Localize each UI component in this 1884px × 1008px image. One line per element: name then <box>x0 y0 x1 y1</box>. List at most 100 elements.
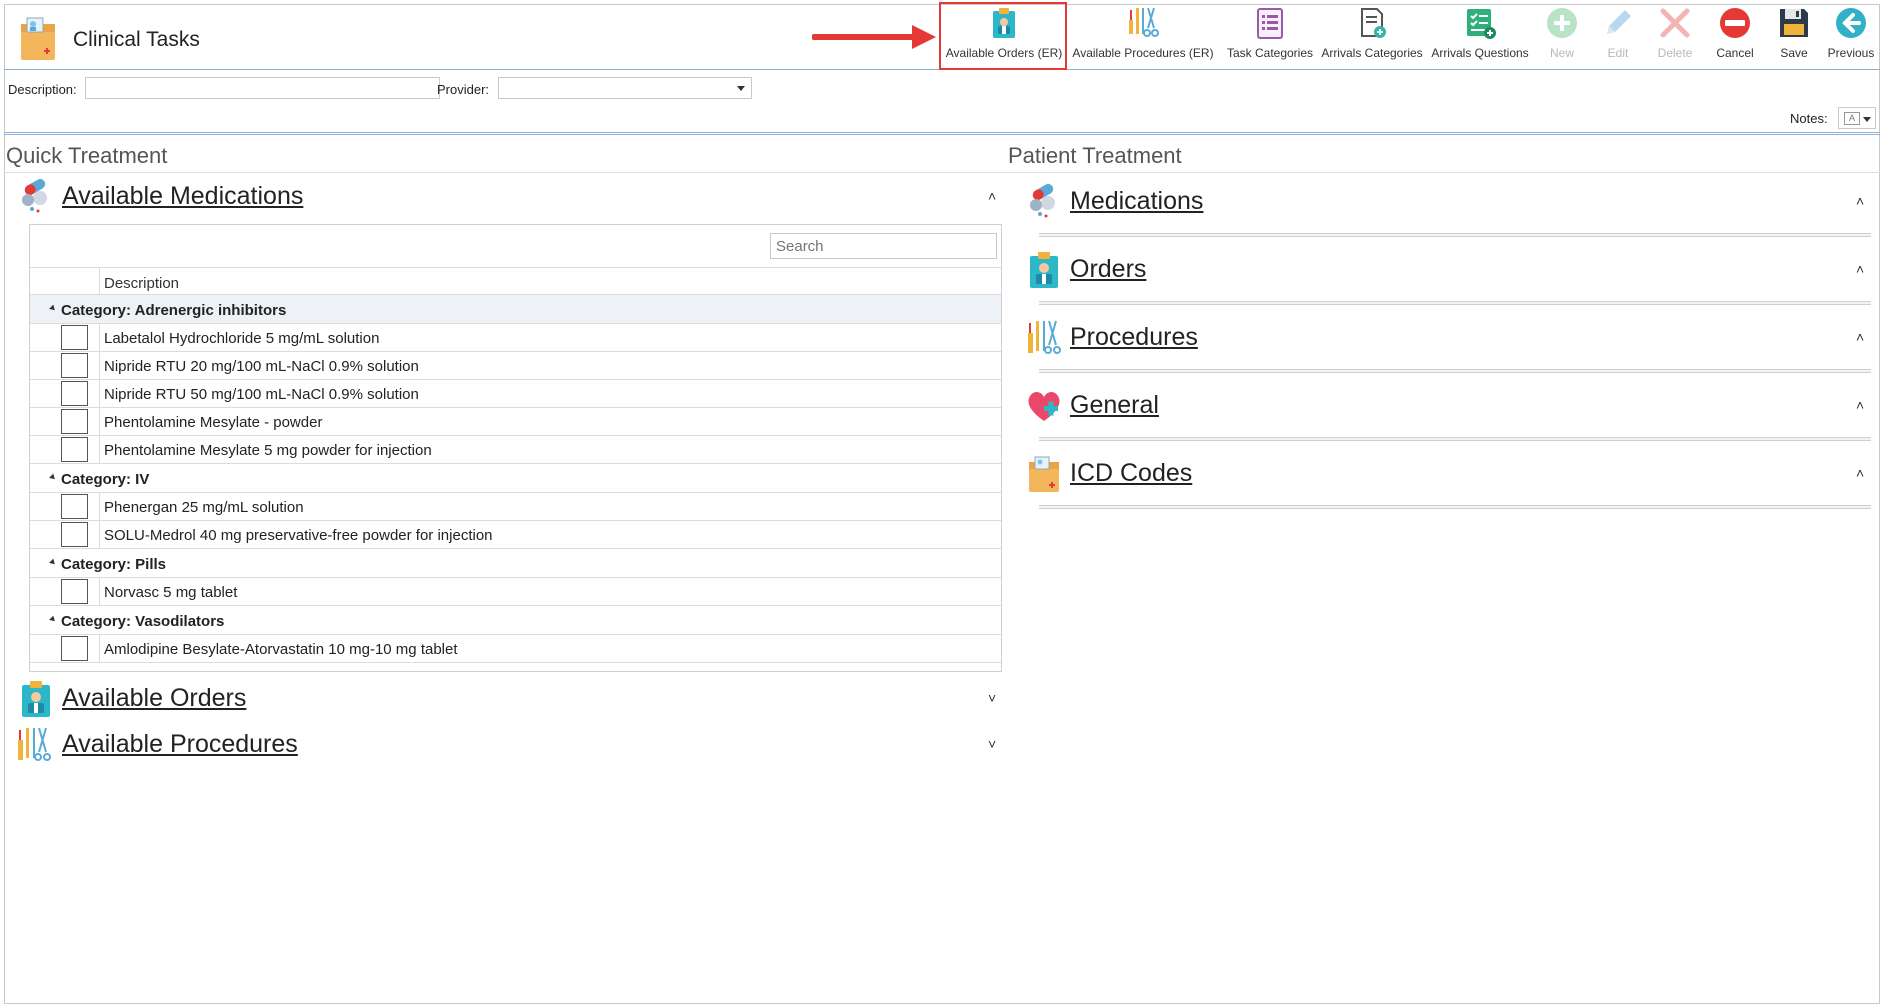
medications-header[interactable]: Medications ˄ <box>1026 183 1872 223</box>
chevron-up-icon[interactable]: ˄ <box>1856 465 1864 481</box>
table-row[interactable]: Nipride RTU 50 mg/100 mL-NaCl 0.9% solut… <box>30 380 1001 408</box>
patient-treatment-title: Patient Treatment <box>1008 143 1182 168</box>
table-row[interactable]: Phenergan 25 mg/mL solution <box>30 493 1001 521</box>
provider-select[interactable] <box>498 77 752 99</box>
section-divider <box>1039 437 1871 441</box>
delete-button[interactable]: Delete <box>1652 6 1698 66</box>
divider <box>4 172 1880 173</box>
medication-description: SOLU-Medrol 40 mg preservative-free powd… <box>104 527 493 544</box>
available-medications-header[interactable]: Available Medications ˄ <box>18 178 1002 218</box>
clipboard-doctor-icon <box>1030 252 1058 288</box>
medications-title[interactable]: Medications <box>1070 187 1203 216</box>
clipboard-doctor-icon <box>22 681 50 717</box>
collapse-icon[interactable] <box>49 304 57 313</box>
notes-label: Notes: <box>1790 111 1828 126</box>
notes-dropdown[interactable]: A <box>1838 107 1876 129</box>
new-label: New <box>1549 46 1574 60</box>
column-divider <box>99 578 100 606</box>
column-divider <box>99 521 100 549</box>
save-button[interactable]: Save <box>1774 6 1814 66</box>
category-row[interactable]: Category: IV <box>30 464 1001 493</box>
row-checkbox[interactable] <box>61 579 88 604</box>
previous-label: Previous <box>1827 46 1875 60</box>
medication-description: Amlodipine Besylate-Atorvastatin 10 mg-1… <box>104 641 458 658</box>
edit-button[interactable]: Edit <box>1598 6 1638 66</box>
procedures-title[interactable]: Procedures <box>1070 323 1198 352</box>
medical-folder-icon <box>1029 456 1059 492</box>
available-orders-header[interactable]: Available Orders ˅ <box>18 680 1002 720</box>
category-row[interactable]: Category: Vasodilators <box>30 606 1001 635</box>
section-divider <box>1039 301 1871 305</box>
column-header-description[interactable]: Description <box>104 275 179 292</box>
medical-folder-icon <box>21 17 55 60</box>
procedures-header[interactable]: Procedures ˄ <box>1026 319 1872 359</box>
task-categories-button[interactable]: Task Categories <box>1222 6 1318 66</box>
row-checkbox[interactable] <box>61 409 88 434</box>
save-label: Save <box>1780 46 1808 60</box>
table-row[interactable]: Phentolamine Mesylate 5 mg powder for in… <box>30 436 1001 464</box>
quick-treatment-title: Quick Treatment <box>6 143 168 168</box>
available-orders-er-button[interactable]: Available Orders (ER) <box>945 6 1063 66</box>
chevron-up-icon[interactable]: ˄ <box>1856 397 1864 413</box>
arrivals-categories-label: Arrivals Categories <box>1321 46 1423 60</box>
previous-button[interactable]: Previous <box>1826 6 1876 66</box>
arrivals-questions-button[interactable]: Arrivals Questions <box>1430 6 1530 66</box>
chevron-up-icon[interactable]: ˄ <box>988 188 996 204</box>
surgical-tools-icon <box>1129 7 1159 37</box>
chevron-up-icon[interactable]: ˄ <box>1856 193 1864 209</box>
table-row[interactable]: Phentolamine Mesylate - powder <box>30 408 1001 436</box>
description-input[interactable] <box>85 77 440 99</box>
description-label: Description: <box>8 82 77 97</box>
orders-title[interactable]: Orders <box>1070 255 1146 284</box>
row-checkbox[interactable] <box>61 522 88 547</box>
list-document-icon <box>1257 8 1283 39</box>
chevron-down-icon[interactable]: ˅ <box>988 690 996 706</box>
task-categories-label: Task Categories <box>1226 46 1314 60</box>
table-row[interactable]: Amlodipine Besylate-Atorvastatin 10 mg-1… <box>30 635 1001 663</box>
arrivals-categories-button[interactable]: Arrivals Categories <box>1320 6 1424 66</box>
surgical-tools-icon <box>1028 320 1061 354</box>
pencil-icon <box>1607 10 1631 34</box>
available-orders-er-label: Available Orders (ER) <box>945 46 1063 60</box>
category-row[interactable]: Category: Adrenergic inhibitors <box>30 295 1001 324</box>
available-orders-title[interactable]: Available Orders <box>62 684 246 713</box>
table-row[interactable]: Labetalol Hydrochloride 5 mg/mL solution <box>30 324 1001 352</box>
medications-grid: Description Category: Adrenergic inhibit… <box>29 224 1002 672</box>
category-row[interactable]: Category: Pills <box>30 549 1001 578</box>
collapse-icon[interactable] <box>49 558 57 567</box>
cancel-button[interactable]: Cancel <box>1712 6 1758 66</box>
search-input[interactable] <box>770 233 997 259</box>
available-procedures-header[interactable]: Available Procedures ˅ <box>16 726 1002 766</box>
row-checkbox[interactable] <box>61 437 88 462</box>
collapse-icon[interactable] <box>49 473 57 482</box>
table-row[interactable]: Nipride RTU 20 mg/100 mL-NaCl 0.9% solut… <box>30 352 1001 380</box>
column-divider <box>99 408 100 436</box>
row-checkbox[interactable] <box>61 381 88 406</box>
icd-codes-title[interactable]: ICD Codes <box>1070 459 1192 488</box>
new-button[interactable]: New <box>1542 6 1582 66</box>
general-header[interactable]: General ˄ <box>1026 387 1872 427</box>
chevron-up-icon[interactable]: ˄ <box>1856 329 1864 345</box>
table-row[interactable]: Norvasc 5 mg tablet <box>30 578 1001 606</box>
chevron-down-icon[interactable]: ˅ <box>988 736 996 752</box>
row-checkbox[interactable] <box>61 636 88 661</box>
delete-label: Delete <box>1657 46 1693 60</box>
chevron-up-icon[interactable]: ˄ <box>1856 261 1864 277</box>
x-icon <box>1660 8 1690 38</box>
medication-description: Nipride RTU 20 mg/100 mL-NaCl 0.9% solut… <box>104 358 419 375</box>
row-checkbox[interactable] <box>61 325 88 350</box>
section-divider <box>1039 505 1871 509</box>
collapse-icon[interactable] <box>49 615 57 624</box>
table-row[interactable]: SOLU-Medrol 40 mg preservative-free powd… <box>30 521 1001 549</box>
row-checkbox[interactable] <box>61 494 88 519</box>
row-checkbox[interactable] <box>61 353 88 378</box>
icd-codes-header[interactable]: ICD Codes ˄ <box>1026 455 1872 495</box>
no-entry-icon <box>1720 8 1750 38</box>
general-title[interactable]: General <box>1070 391 1159 420</box>
available-procedures-title[interactable]: Available Procedures <box>62 730 298 759</box>
available-medications-title[interactable]: Available Medications <box>62 182 303 211</box>
available-procedures-er-button[interactable]: Available Procedures (ER) <box>1072 6 1214 66</box>
page-title: Clinical Tasks <box>73 28 200 51</box>
orders-header[interactable]: Orders ˄ <box>1026 251 1872 291</box>
category-label: Category: IV <box>61 471 150 488</box>
